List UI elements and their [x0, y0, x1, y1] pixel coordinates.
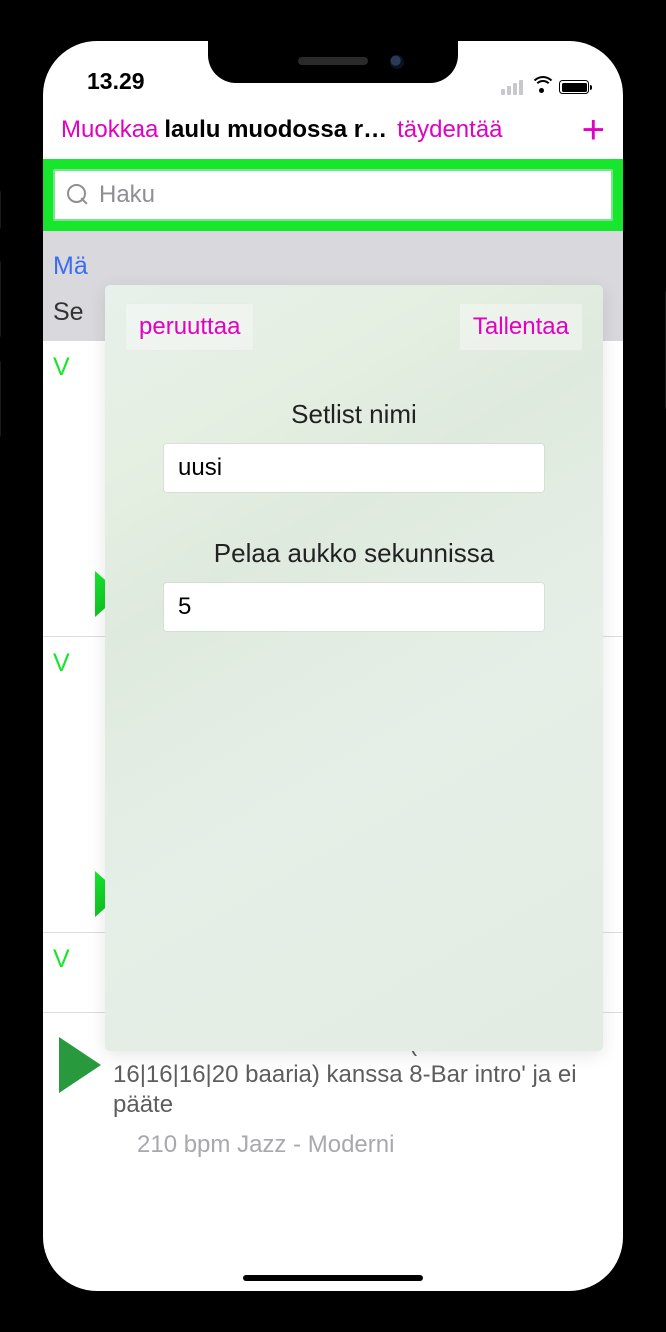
notch [208, 41, 458, 83]
play-icon[interactable] [59, 1037, 101, 1093]
volume-down [0, 360, 1, 438]
battery-icon [559, 80, 589, 94]
home-indicator[interactable] [243, 1275, 423, 1281]
volume-up [0, 260, 1, 338]
search-input[interactable]: Haku [53, 169, 613, 221]
header-line-2: Se [53, 298, 84, 327]
header-line-1: Mä [53, 252, 88, 281]
cellular-icon [501, 80, 523, 95]
row-marker: V [53, 945, 70, 974]
front-camera [390, 55, 404, 69]
search-placeholder: Haku [99, 181, 155, 209]
page-title: laulu muodossa r… [164, 116, 387, 144]
play-gap-input[interactable]: 5 [164, 583, 544, 631]
row-marker: V [53, 649, 70, 678]
edit-button[interactable]: Muokkaa [61, 116, 158, 144]
wifi-icon [530, 79, 552, 95]
row-marker: V [53, 353, 70, 382]
song-meta: 210 bpm Jazz - Moderni [137, 1131, 601, 1159]
setlist-name-label: Setlist nimi [125, 399, 583, 430]
complete-button[interactable]: täydentää [397, 116, 502, 144]
setlist-name-input[interactable]: uusi [164, 444, 544, 492]
setlist-dialog: peruuttaa Tallentaa Setlist nimi uusi Pe… [105, 285, 603, 1051]
play-gap-label: Pelaa aukko sekunnissa [125, 538, 583, 569]
search-icon [67, 184, 89, 206]
cancel-button[interactable]: peruuttaa [125, 303, 254, 351]
mute-switch [0, 190, 1, 230]
phone-frame: 13.29 Muokkaa laulu muodossa r… täydentä… [0, 0, 666, 1332]
clock: 13.29 [87, 68, 145, 95]
search-band: Haku [43, 159, 623, 231]
screen: 13.29 Muokkaa laulu muodossa r… täydentä… [43, 41, 623, 1291]
save-button[interactable]: Tallentaa [459, 303, 583, 351]
nav-bar: Muokkaa laulu muodossa r… täydentää + [43, 101, 623, 159]
speaker-grill [298, 57, 368, 65]
